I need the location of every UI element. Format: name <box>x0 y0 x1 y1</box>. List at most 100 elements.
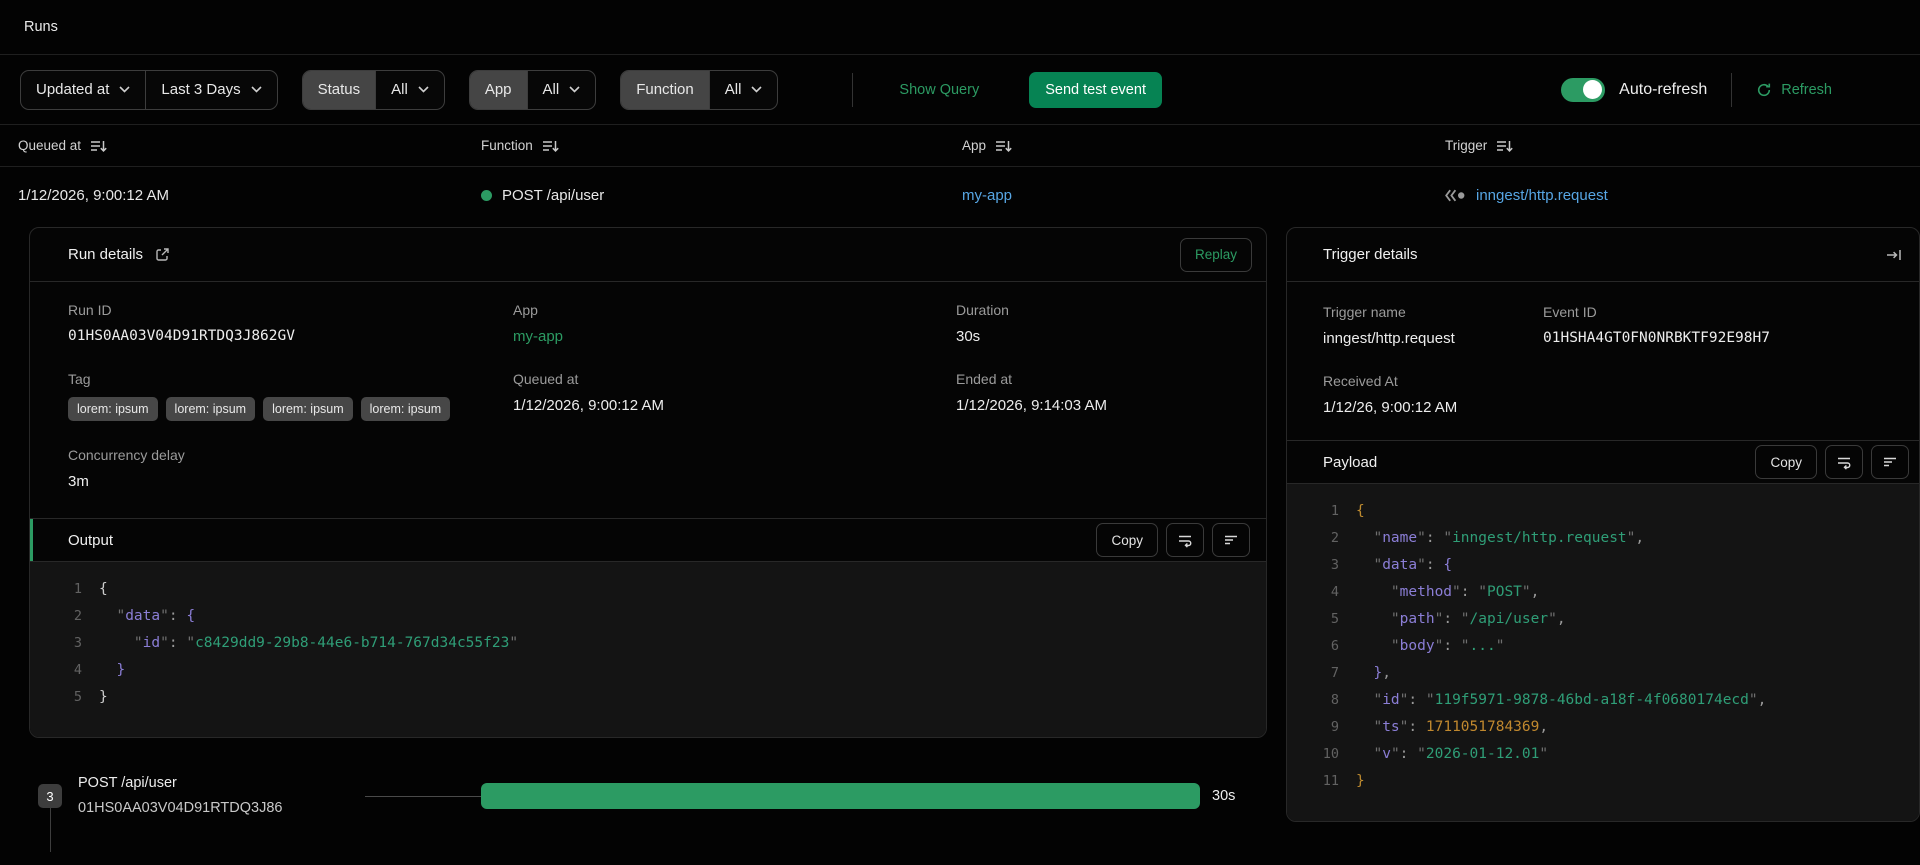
run-details-title: Run details <box>68 246 144 263</box>
app-link[interactable]: my-app <box>513 328 956 345</box>
app-filter: App All <box>468 69 597 110</box>
sort-field-label: Updated at <box>36 81 110 98</box>
step-name: POST /api/user <box>78 775 177 791</box>
filter-bar: Updated at Last 3 Days Status All App Al… <box>0 55 1920 125</box>
replay-button[interactable]: Replay <box>1179 237 1252 272</box>
format-button[interactable] <box>1871 445 1909 479</box>
show-query-link[interactable]: Show Query <box>899 82 979 98</box>
row-trigger: inngest/http.request <box>1445 187 1920 204</box>
external-link-icon[interactable] <box>155 247 170 262</box>
function-filter-value-dropdown[interactable]: All <box>708 70 778 109</box>
run-table-row[interactable]: 1/12/2026, 9:00:12 AM POST /api/user my-… <box>0 167 1920 223</box>
chevron-down-icon <box>251 86 262 93</box>
sort-icon <box>995 139 1012 153</box>
column-header-queued-at[interactable]: Queued at <box>0 138 481 153</box>
run-details-header: Run details Replay <box>30 228 1266 282</box>
format-button[interactable] <box>1212 523 1250 557</box>
app-filter-name: App <box>469 70 527 109</box>
field-concurrency-delay: Concurrency delay 3m <box>68 447 185 490</box>
field-ended-at: Ended at 1/12/2026, 9:14:03 AM <box>956 371 1107 414</box>
row-queued-at: 1/12/2026, 9:00:12 AM <box>18 186 169 204</box>
trigger-link[interactable]: inngest/http.request <box>1476 187 1608 204</box>
topbar: Runs <box>0 0 1920 55</box>
refresh-icon <box>1756 82 1772 98</box>
status-filter: Status All <box>301 69 445 110</box>
output-section-header: Output Copy <box>30 518 1266 562</box>
output-code-block: 1{2 "data": {3 "id": "c8429dd9-29b8-44e6… <box>30 562 1266 737</box>
field-event-id: Event ID 01HSHA4GT0FN0NRBKTF92E98H7 <box>1543 304 1883 347</box>
sort-field-dropdown[interactable]: Updated at <box>21 71 145 109</box>
word-wrap-button[interactable] <box>1825 445 1863 479</box>
runs-table-header: Queued at Function App Trigger <box>0 125 1920 167</box>
payload-title: Payload <box>1323 453 1378 471</box>
field-app: App my-app <box>513 302 956 345</box>
row-function[interactable]: POST /api/user <box>481 187 962 204</box>
timeline-duration-bar[interactable] <box>481 783 1200 809</box>
tag-badge: lorem: ipsum <box>68 397 158 421</box>
event-trigger-icon <box>1445 189 1466 202</box>
content-area: Run details Replay Run ID 01HS0AA03V04D9… <box>0 227 1920 852</box>
sort-icon <box>1496 139 1513 153</box>
refresh-button[interactable]: Refresh <box>1756 82 1832 98</box>
payload-section-header: Payload Copy <box>1287 440 1919 484</box>
sort-icon <box>542 139 559 153</box>
word-wrap-icon <box>1836 455 1852 470</box>
auto-refresh-label: Auto-refresh <box>1619 80 1708 98</box>
send-test-event-button[interactable]: Send test event <box>1029 71 1162 108</box>
chevron-down-icon <box>569 86 580 93</box>
status-filter-value-dropdown[interactable]: All <box>375 70 444 109</box>
align-left-icon <box>1882 455 1898 469</box>
collapse-panel-icon[interactable] <box>1886 248 1903 262</box>
copy-button[interactable]: Copy <box>1096 523 1158 557</box>
trigger-details-fields: Trigger name inngest/http.request Event … <box>1287 282 1919 418</box>
tag-badge: lorem: ipsum <box>360 397 451 421</box>
sort-and-range-control: Updated at Last 3 Days <box>20 69 278 110</box>
field-run-id: Run ID 01HS0AA03V04D91RTDQ3J862GV <box>68 302 513 345</box>
field-duration: Duration 30s <box>956 302 1009 345</box>
timeline-step-row[interactable]: 3 POST /api/user 01HS0AA03V04D91RTDQ3J86… <box>29 768 1267 852</box>
trigger-details-panel: Trigger details Trigger name inngest/htt… <box>1286 227 1920 822</box>
divider <box>852 72 854 107</box>
word-wrap-button[interactable] <box>1166 523 1204 557</box>
tag-badge: lorem: ipsum <box>165 397 256 421</box>
output-title: Output <box>68 531 114 549</box>
run-details-panel: Run details Replay Run ID 01HS0AA03V04D9… <box>29 227 1267 738</box>
field-received-at: Received At 1/12/26, 9:00:12 AM <box>1323 373 1458 416</box>
event-id-value: 01HSHA4GT0FN0NRBKTF92E98H7 <box>1543 330 1770 346</box>
word-wrap-icon <box>1177 533 1193 548</box>
run-status-dot <box>481 189 492 201</box>
timeline-connector <box>365 795 481 797</box>
page-title: Runs <box>24 19 58 35</box>
row-app: my-app <box>962 187 1445 204</box>
divider <box>1731 72 1733 107</box>
step-count-badge: 3 <box>38 784 62 852</box>
trigger-details-title: Trigger details <box>1323 246 1418 263</box>
field-trigger-name: Trigger name inngest/http.request <box>1323 304 1455 347</box>
align-left-icon <box>1223 533 1239 547</box>
trigger-details-header: Trigger details <box>1287 228 1919 282</box>
time-range-dropdown[interactable]: Last 3 Days <box>145 70 276 109</box>
chevron-down-icon <box>751 86 762 93</box>
run-details-fields: Run ID 01HS0AA03V04D91RTDQ3J862GV App my… <box>30 282 1266 494</box>
column-header-trigger[interactable]: Trigger <box>1445 138 1920 153</box>
function-filter-name: Function <box>621 70 709 109</box>
chevron-down-icon <box>418 86 429 93</box>
column-header-function[interactable]: Function <box>481 138 962 153</box>
timeline-duration-label: 30s <box>1212 788 1236 804</box>
column-header-app[interactable]: App <box>962 138 1445 153</box>
chevron-down-icon <box>119 86 130 93</box>
copy-button[interactable]: Copy <box>1755 445 1817 479</box>
time-range-label: Last 3 Days <box>161 81 241 98</box>
toggle-knob <box>1583 80 1603 99</box>
run-id-value: 01HS0AA03V04D91RTDQ3J862GV <box>68 328 295 344</box>
field-tag: Tag lorem: ipsum lorem: ipsum lorem: ips… <box>68 371 513 421</box>
app-link[interactable]: my-app <box>962 187 1012 204</box>
function-filter: Function All <box>620 69 779 110</box>
step-info: POST /api/user 01HS0AA03V04D91RTDQ3J86 <box>78 771 365 821</box>
sort-icon <box>90 139 107 153</box>
app-filter-value-dropdown[interactable]: All <box>526 70 596 109</box>
payload-code-block: 1{2 "name": "inngest/http.request", 3 "da… <box>1287 484 1919 821</box>
status-filter-name: Status <box>302 70 376 109</box>
auto-refresh-toggle[interactable] <box>1561 77 1606 102</box>
tag-badge: lorem: ipsum <box>263 397 353 421</box>
